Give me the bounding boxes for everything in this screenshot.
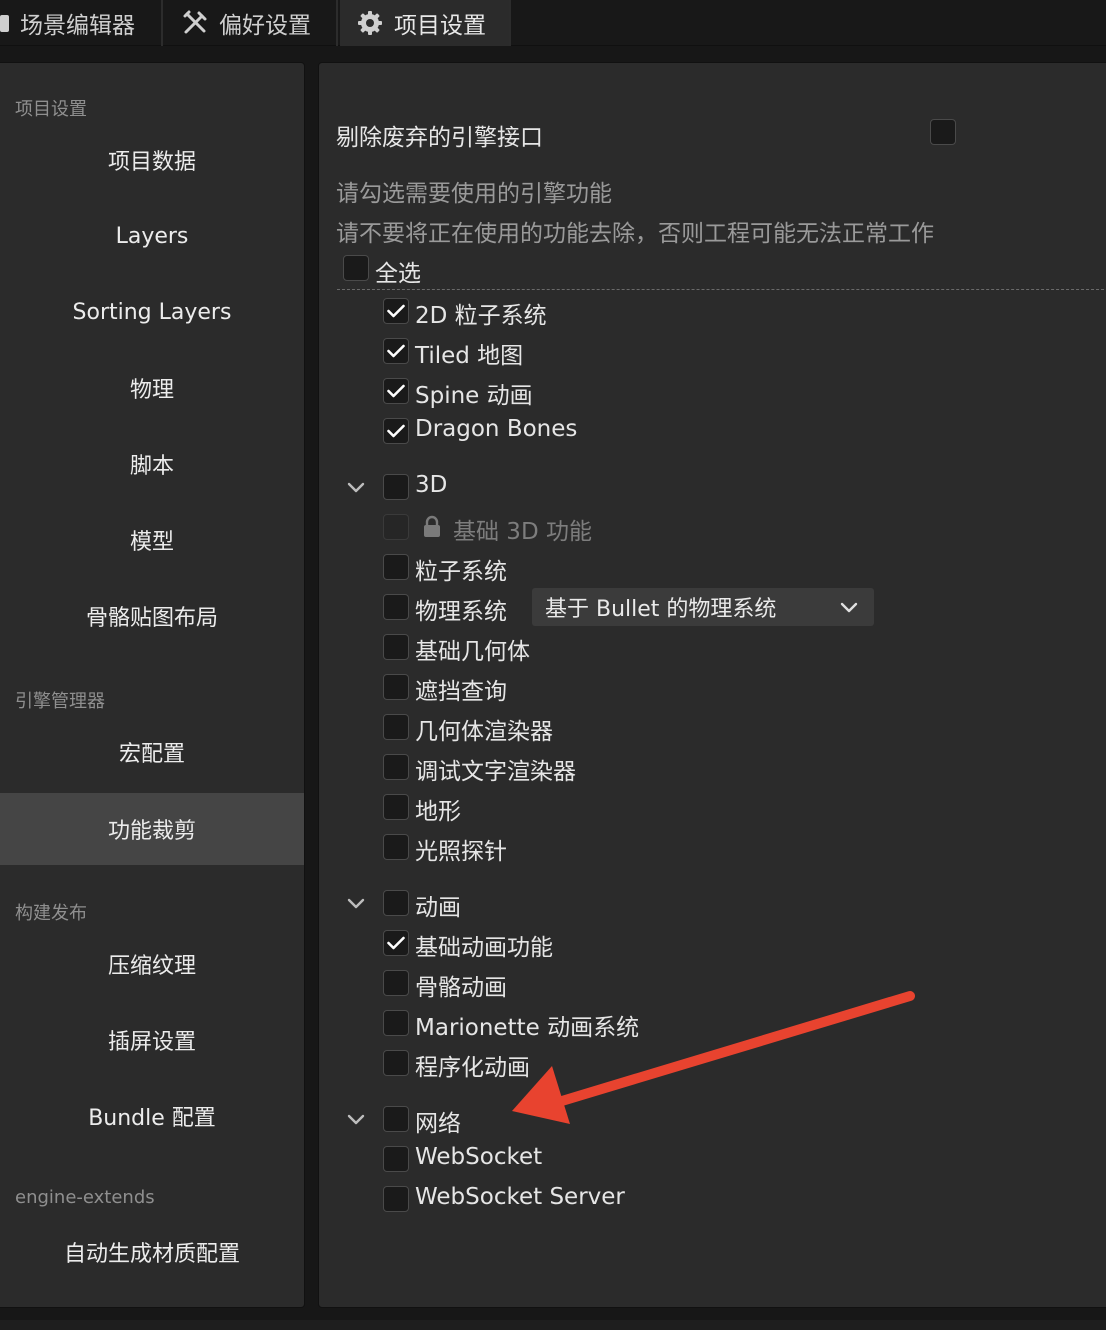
sidebar-item-feature-cropping[interactable]: 功能裁剪 bbox=[0, 793, 304, 865]
label-physics-system: 物理系统 bbox=[415, 599, 507, 625]
checkbox-particle-system[interactable] bbox=[383, 554, 409, 580]
select-all-label: 全选 bbox=[375, 261, 421, 287]
checkbox-base-animation[interactable] bbox=[383, 930, 409, 956]
label-dragon-bones: Dragon Bones bbox=[415, 416, 578, 442]
checkbox-geometry-renderer[interactable] bbox=[383, 714, 409, 740]
label-tiled-map: Tiled 地图 bbox=[415, 343, 524, 369]
checkbox-light-probe[interactable] bbox=[383, 834, 409, 860]
sidebar-item-sorting-layers[interactable]: Sorting Layers bbox=[0, 276, 304, 348]
label-light-probe: 光照探针 bbox=[415, 839, 507, 865]
sidebar-item-skeleton-texture-layout[interactable]: 骨骼贴图布局 bbox=[0, 580, 304, 652]
label-particle-system: 粒子系统 bbox=[415, 559, 507, 585]
label-websocket-server: WebSocket Server bbox=[415, 1184, 625, 1210]
checkbox-skeletal-animation[interactable] bbox=[383, 970, 409, 996]
tab-scene-editor[interactable]: 场景编辑器 bbox=[0, 0, 163, 46]
group-label-project-settings: 项目设置 bbox=[15, 99, 87, 120]
checkbox-primitives[interactable] bbox=[383, 634, 409, 660]
tab-bar: 场景编辑器 偏好设置 项目设置 bbox=[0, 0, 1106, 46]
checkbox-terrain[interactable] bbox=[383, 794, 409, 820]
remove-deprecated-label: 剔除废弃的引擎接口 bbox=[336, 125, 543, 151]
label-network: 网络 bbox=[415, 1111, 461, 1137]
hint-text-1: 请勾选需要使用的引擎功能 bbox=[336, 181, 612, 207]
label-animation: 动画 bbox=[415, 895, 461, 921]
checkbox-websocket-server[interactable] bbox=[383, 1186, 409, 1212]
tab-preferences[interactable]: 偏好设置 bbox=[165, 0, 338, 46]
checkbox-3d[interactable] bbox=[383, 474, 409, 500]
label-skeletal-animation: 骨骼动画 bbox=[415, 975, 507, 1001]
tab-project-settings[interactable]: 项目设置 bbox=[340, 0, 511, 46]
tab-label: 场景编辑器 bbox=[20, 13, 135, 39]
checkbox-base-3d bbox=[383, 514, 409, 540]
remove-deprecated-checkbox[interactable] bbox=[930, 119, 956, 145]
label-terrain: 地形 bbox=[415, 799, 461, 825]
group-label-engine-manager: 引擎管理器 bbox=[15, 691, 105, 712]
hint-text-2: 请不要将正在使用的功能去除，否则工程可能无法正常工作 bbox=[336, 221, 934, 247]
label-geometry-renderer: 几何体渲染器 bbox=[415, 719, 553, 745]
checkbox-animation[interactable] bbox=[383, 890, 409, 916]
group-label-engine-extends: engine-extends bbox=[15, 1187, 155, 1208]
label-websocket: WebSocket bbox=[415, 1144, 543, 1170]
sidebar: 项目设置 项目数据 Layers Sorting Layers 物理 脚本 模型… bbox=[0, 62, 305, 1308]
label-3d: 3D bbox=[415, 472, 448, 498]
label-spine: Spine 动画 bbox=[415, 383, 533, 409]
tab-label: 偏好设置 bbox=[219, 13, 311, 39]
label-procedural-animation: 程序化动画 bbox=[415, 1055, 530, 1081]
physics-backend-value: 基于 Bullet 的物理系统 bbox=[545, 597, 777, 622]
chevron-down-icon[interactable] bbox=[346, 480, 366, 494]
physics-backend-select[interactable]: 基于 Bullet 的物理系统 bbox=[532, 588, 874, 626]
checkbox-tiled-map[interactable] bbox=[383, 338, 409, 364]
scene-icon bbox=[0, 12, 10, 34]
checkbox-dragon-bones[interactable] bbox=[383, 418, 409, 444]
checkbox-physics-system[interactable] bbox=[383, 594, 409, 620]
sidebar-item-auto-material-config[interactable]: 自动生成材质配置 bbox=[0, 1216, 304, 1288]
label-debug-text-renderer: 调试文字渲染器 bbox=[415, 759, 576, 785]
sidebar-item-texture-compress[interactable]: 压缩纹理 bbox=[0, 928, 304, 1000]
tab-label: 项目设置 bbox=[394, 13, 486, 39]
sidebar-item-splash-settings[interactable]: 插屏设置 bbox=[0, 1004, 304, 1076]
sidebar-item-bundle-config[interactable]: Bundle 配置 bbox=[0, 1080, 304, 1152]
sidebar-item-physics[interactable]: 物理 bbox=[0, 352, 304, 424]
select-all-checkbox[interactable] bbox=[343, 255, 369, 281]
label-base-3d: 基础 3D 功能 bbox=[453, 519, 592, 545]
label-2d-particle: 2D 粒子系统 bbox=[415, 303, 547, 329]
checkbox-procedural-animation[interactable] bbox=[383, 1050, 409, 1076]
sidebar-item-scripts[interactable]: 脚本 bbox=[0, 428, 304, 500]
label-base-animation: 基础动画功能 bbox=[415, 935, 553, 961]
checkbox-network[interactable] bbox=[383, 1106, 409, 1132]
checkbox-marionette[interactable] bbox=[383, 1010, 409, 1036]
sidebar-item-layers[interactable]: Layers bbox=[0, 200, 304, 272]
divider bbox=[337, 289, 1106, 290]
label-marionette: Marionette 动画系统 bbox=[415, 1015, 640, 1041]
lock-icon bbox=[422, 515, 442, 543]
checkbox-websocket[interactable] bbox=[383, 1146, 409, 1172]
label-occlusion-query: 遮挡查询 bbox=[415, 679, 507, 705]
tools-icon bbox=[181, 9, 209, 37]
chevron-down-icon[interactable] bbox=[346, 1112, 366, 1126]
sidebar-item-model[interactable]: 模型 bbox=[0, 504, 304, 576]
gear-icon bbox=[356, 9, 384, 37]
feature-cropping-panel: 剔除废弃的引擎接口 请勾选需要使用的引擎功能 请不要将正在使用的功能去除，否则工… bbox=[318, 62, 1106, 1308]
bottom-bar bbox=[0, 1320, 1106, 1330]
checkbox-2d-particle[interactable] bbox=[383, 298, 409, 324]
sidebar-item-macro-config[interactable]: 宏配置 bbox=[0, 716, 304, 788]
checkbox-debug-text-renderer[interactable] bbox=[383, 754, 409, 780]
chevron-down-icon[interactable] bbox=[346, 896, 366, 910]
chevron-down-icon bbox=[840, 602, 858, 613]
label-primitives: 基础几何体 bbox=[415, 639, 530, 665]
checkbox-spine[interactable] bbox=[383, 378, 409, 404]
checkbox-occlusion-query[interactable] bbox=[383, 674, 409, 700]
group-label-build-publish: 构建发布 bbox=[15, 903, 87, 924]
sidebar-item-project-data[interactable]: 项目数据 bbox=[0, 124, 304, 196]
